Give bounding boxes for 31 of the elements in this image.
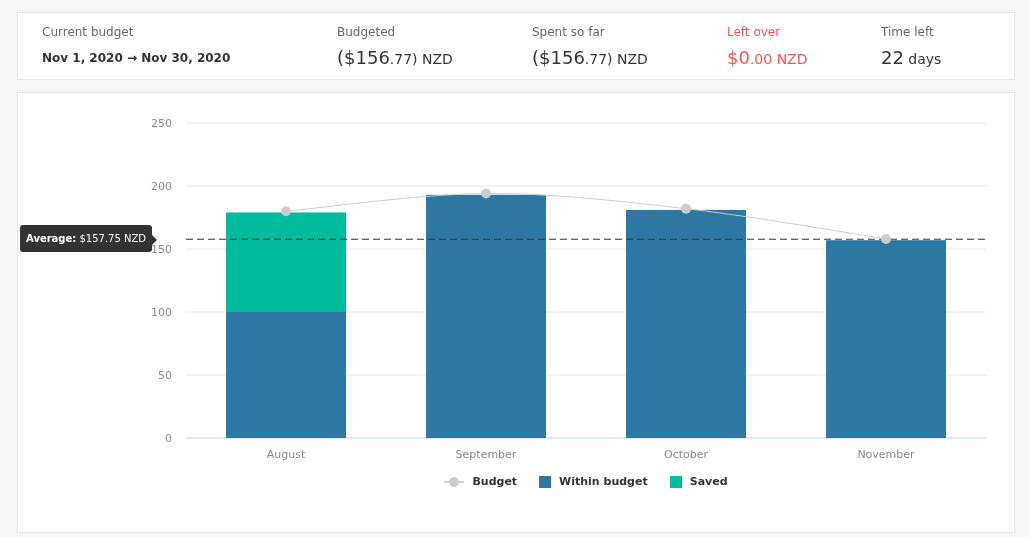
y-axis-label: 150 xyxy=(151,243,172,256)
legend-label[interactable]: Within budget xyxy=(559,475,648,488)
budget-point xyxy=(881,233,891,244)
tooltip-text: Average: $157.75 NZD xyxy=(26,233,147,245)
summary-label: Current budget xyxy=(42,25,135,39)
legend-label[interactable]: Saved xyxy=(689,475,728,488)
x-axis-label: September xyxy=(455,448,517,461)
x-axis-label: October xyxy=(664,448,708,461)
y-axis-label: 50 xyxy=(158,369,172,382)
legend-swatch xyxy=(669,475,682,488)
amount-value: ($156.77) NZD xyxy=(337,47,454,68)
date-range: Nov 1, 2020 → Nov 30, 2020 xyxy=(42,51,232,65)
y-axis-label: 200 xyxy=(151,180,172,193)
amount-value: ($156.77) NZD xyxy=(532,47,649,68)
legend-swatch xyxy=(539,475,552,488)
amount-value: $0.00 NZD xyxy=(727,47,809,68)
x-axis-label: November xyxy=(857,448,915,461)
y-axis-label: 250 xyxy=(151,117,172,130)
y-axis-label: 100 xyxy=(151,306,172,319)
budget-point xyxy=(681,203,691,214)
summary-label: Left over xyxy=(727,25,782,39)
days-value: 22 days xyxy=(881,47,942,68)
legend-line-icon xyxy=(444,475,465,488)
x-axis-label: August xyxy=(266,448,306,461)
summary-label: Time left xyxy=(881,25,935,39)
budget-point xyxy=(481,188,491,199)
summary-label: Spent so far xyxy=(532,25,606,39)
summary-label: Budgeted xyxy=(337,25,397,39)
legend-label[interactable]: Budget xyxy=(472,475,518,488)
budget-point xyxy=(281,206,291,217)
y-axis-label: 0 xyxy=(165,432,172,445)
